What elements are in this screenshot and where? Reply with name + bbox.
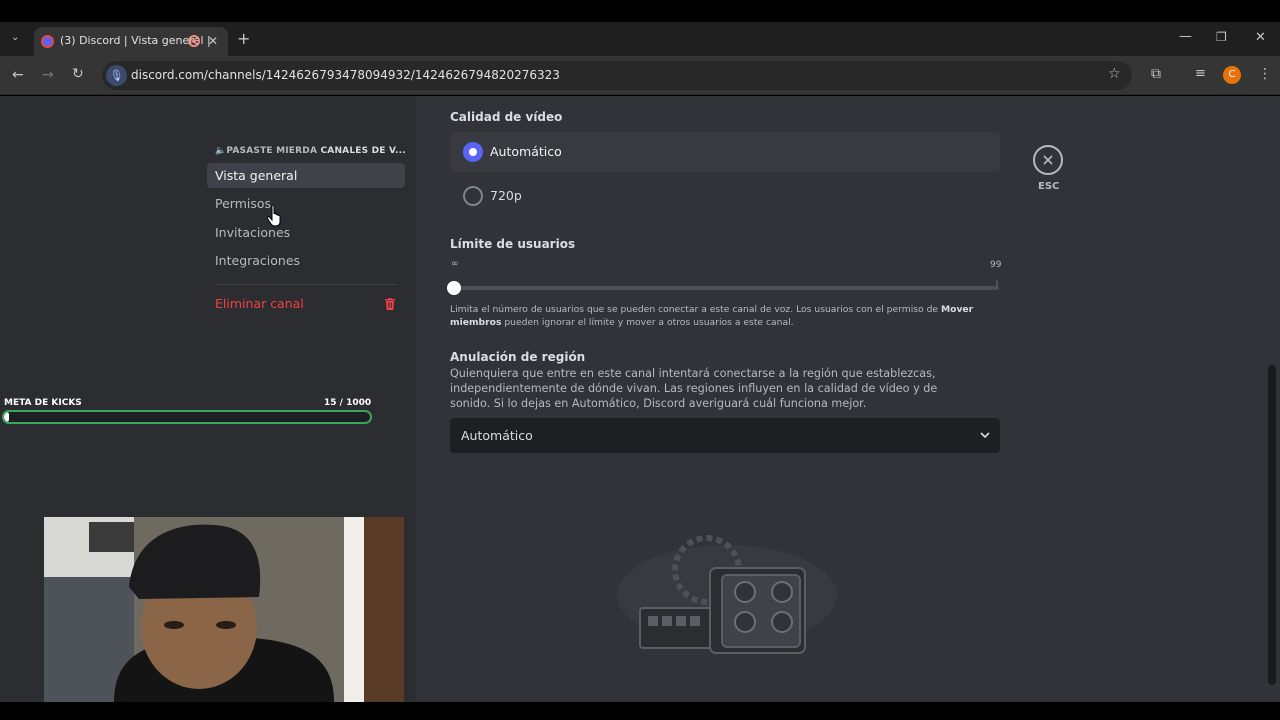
menu-kebab-icon[interactable]: ⋮ — [1258, 67, 1272, 81]
audio-equipment-illustration — [617, 535, 837, 654]
close-tab-icon[interactable]: ✕ — [208, 35, 218, 47]
browser-tab-discord[interactable]: (3) Discord | Vista general | ✕ — [34, 27, 228, 56]
user-limit-slider[interactable] — [447, 281, 999, 295]
sidebar-item-label: Vista general — [215, 168, 298, 183]
sidebar-item-label: Permisos — [215, 196, 272, 211]
sidebar-item-vista-general[interactable]: Vista general — [207, 163, 405, 188]
video-quality-title: Calidad de vídeo — [450, 110, 563, 124]
new-tab-icon[interactable]: + — [237, 31, 250, 47]
minimize-window-icon[interactable]: — — [1179, 30, 1192, 43]
user-limit-help: Limita el número de usuarios que se pued… — [450, 303, 1000, 329]
user-limit-help-text: Limita el número de usuarios que se pued… — [450, 304, 941, 315]
sidebar-item-permisos[interactable]: Permisos — [207, 191, 405, 216]
screen-top-edge — [0, 0, 1280, 22]
webcam-feed — [44, 517, 404, 702]
slider-min-label: ∞ — [451, 259, 459, 269]
close-window-icon[interactable]: ✕ — [1255, 31, 1266, 44]
discord-favicon-icon — [41, 35, 54, 48]
recording-icon — [188, 35, 200, 47]
screen-bottom-edge — [0, 702, 1280, 720]
region-override-title: Anulación de región — [450, 350, 586, 364]
region-select-value: Automático — [461, 428, 533, 443]
sidebar-item-integraciones[interactable]: Integraciones — [207, 248, 405, 273]
close-settings-button[interactable] — [1033, 145, 1063, 175]
reload-icon[interactable]: ↻ — [72, 67, 84, 81]
url-text: discord.com/channels/1424626793478094932… — [131, 68, 560, 82]
back-icon[interactable]: ← — [12, 68, 24, 82]
slider-tick-max — [996, 280, 998, 290]
radio-selected-icon — [463, 142, 483, 162]
trash-icon[interactable] — [385, 298, 395, 310]
slider-max-label: 99 — [990, 260, 1002, 270]
profile-avatar[interactable]: C — [1223, 66, 1241, 84]
kicks-progress-fill — [4, 412, 10, 422]
hand-cursor-icon — [267, 205, 281, 227]
kicks-goal-label: META DE KICKS — [4, 398, 82, 408]
close-icon — [1043, 155, 1053, 165]
user-limit-title: Límite de usuarios — [450, 237, 576, 251]
slider-handle[interactable] — [447, 281, 461, 295]
video-quality-option-720p[interactable]: 720p — [450, 176, 1000, 216]
radio-label: Automático — [490, 144, 562, 159]
restore-window-icon[interactable]: ❐ — [1216, 31, 1227, 43]
radio-unselected-icon — [463, 186, 483, 206]
region-select[interactable]: Automático — [450, 418, 1000, 453]
sidebar-item-label: Integraciones — [215, 253, 301, 268]
radio-label: 720p — [490, 188, 522, 203]
delete-channel-label: Eliminar canal — [215, 296, 304, 311]
forward-icon[interactable]: → — [42, 68, 54, 82]
bookmark-star-icon[interactable]: ☆ — [1108, 67, 1121, 81]
region-override-description: Quienquiera que entre en este canal inte… — [450, 367, 938, 410]
microphone-icon[interactable]: 🎙 — [106, 65, 127, 86]
sidebar-item-label: Invitaciones — [215, 225, 291, 240]
scrollbar[interactable] — [1268, 365, 1276, 685]
browser-toolbar: ← → ↻ 🎙 discord.com/channels/14246267934… — [0, 56, 1280, 95]
esc-label: ESC — [1038, 181, 1060, 192]
sidebar-item-invitaciones[interactable]: Invitaciones — [207, 220, 405, 245]
delete-channel-button[interactable]: Eliminar canal — [207, 291, 405, 316]
sidebar-divider — [215, 284, 397, 285]
breadcrumb-channel: CANALES DE V... — [320, 146, 406, 156]
video-quality-option-auto[interactable]: Automático — [450, 132, 1000, 172]
browser-tab-bar: ⌄ (3) Discord | Vista general | ✕ + — ❐ … — [0, 22, 1280, 56]
kicks-progress-bar — [2, 410, 372, 424]
breadcrumb-server: 🔈PASASTE MIERDA — [215, 146, 318, 156]
tab-search-chevron-icon[interactable]: ⌄ — [11, 33, 19, 43]
chevron-down-icon — [980, 432, 990, 439]
breadcrumb: 🔈PASASTE MIERDA CANALES DE V... — [215, 146, 406, 156]
kicks-goal-count: 15 / 1000 — [324, 398, 372, 408]
address-bar[interactable]: 🎙 discord.com/channels/14246267934780949… — [102, 61, 1132, 90]
extensions-icon[interactable]: ⧉ — [1151, 67, 1161, 81]
media-controls-icon[interactable]: ≡ — [1195, 67, 1206, 80]
user-limit-help-text-end: pueden ignorar el límite y mover a otros… — [501, 317, 794, 328]
